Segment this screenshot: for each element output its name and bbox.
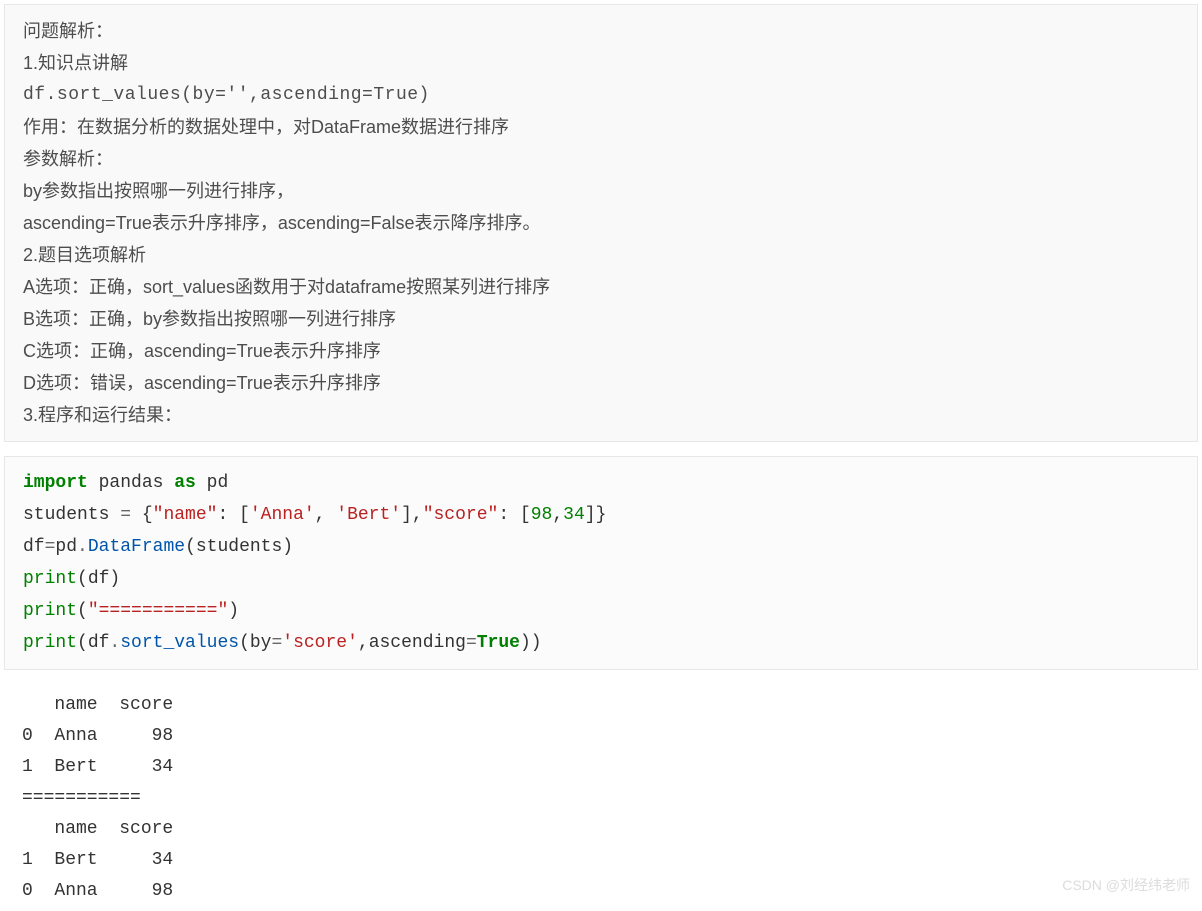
ident-sort-values: sort_values [120,633,239,653]
ident-dataframe: DataFrame [88,537,185,557]
code-text: pd [196,473,228,493]
watermark: CSDN @刘经纬老师 [1062,875,1190,895]
code-text: (students) [185,537,293,557]
code-text: ,ascending [358,633,466,653]
code-line-1: import pandas as pd [23,473,228,493]
code-text: : [ [217,505,249,525]
code-line-5: print("===========") [23,601,239,621]
explain-line-9: A选项：正确，sort_values函数用于对dataframe按照某列进行排序 [23,271,1179,303]
code-text: ]} [585,505,607,525]
op-eq: = [45,537,56,557]
str-score2: 'score' [282,633,358,653]
str-bert: 'Bert' [336,505,401,525]
code-text: ( [77,601,88,621]
explanation-block: 问题解析： 1.知识点讲解 df.sort_values(by='',ascen… [4,4,1198,442]
op-dot: . [109,633,120,653]
explain-line-12: D选项：错误，ascending=True表示升序排序 [23,367,1179,399]
explain-line-1: 问题解析： [23,15,1179,47]
explain-line-8: 2.题目选项解析 [23,239,1179,271]
num-34: 34 [563,505,585,525]
code-line-2: students = {"name": ['Anna', 'Bert'],"sc… [23,505,606,525]
builtin-print: print [23,633,77,653]
explain-line-10: B选项：正确，by参数指出按照哪一列进行排序 [23,303,1179,335]
code-text: )) [520,633,542,653]
builtin-print: print [23,569,77,589]
code-text: pd [55,537,77,557]
code-line-6: print(df.sort_values(by='score',ascendin… [23,633,542,653]
code-line-3: df=pd.DataFrame(students) [23,537,293,557]
explain-line-2: 1.知识点讲解 [23,47,1179,79]
kw-true: True [477,633,520,653]
code-text: pandas [88,473,174,493]
str-name: "name" [153,505,218,525]
kw-as: as [174,473,196,493]
code-text: { [131,505,153,525]
explain-line-4: 作用：在数据分析的数据处理中，对DataFrame数据进行排序 [23,111,1179,143]
code-text: (df) [77,569,120,589]
kw-import: import [23,473,88,493]
code-text: students [23,505,120,525]
op-eq: = [271,633,282,653]
str-score: "score" [423,505,499,525]
explain-line-11: C选项：正确，ascending=True表示升序排序 [23,335,1179,367]
explain-line-3: df.sort_values(by='',ascending=True) [23,79,1179,111]
code-text: df [23,537,45,557]
num-98: 98 [531,505,553,525]
op-dot: . [77,537,88,557]
explain-line-6: by参数指出按照哪一列进行排序， [23,175,1179,207]
str-anna: 'Anna' [250,505,315,525]
code-text: : [ [498,505,530,525]
builtin-print: print [23,601,77,621]
op-eq: = [120,505,131,525]
code-text: ], [401,505,423,525]
code-text: , [552,505,563,525]
code-block: import pandas as pd students = {"name": … [4,456,1198,670]
output-block: name score 0 Anna 98 1 Bert 34 =========… [4,674,1198,911]
op-eq: = [466,633,477,653]
explain-line-7: ascending=True表示升序排序，ascending=False表示降序… [23,207,1179,239]
code-text: , [315,505,337,525]
explain-line-13: 3.程序和运行结果： [23,399,1179,431]
code-text: (by [239,633,271,653]
code-text: (df [77,633,109,653]
code-text: ) [228,601,239,621]
code-line-4: print(df) [23,569,120,589]
str-sep: "===========" [88,601,228,621]
explain-line-5: 参数解析： [23,143,1179,175]
